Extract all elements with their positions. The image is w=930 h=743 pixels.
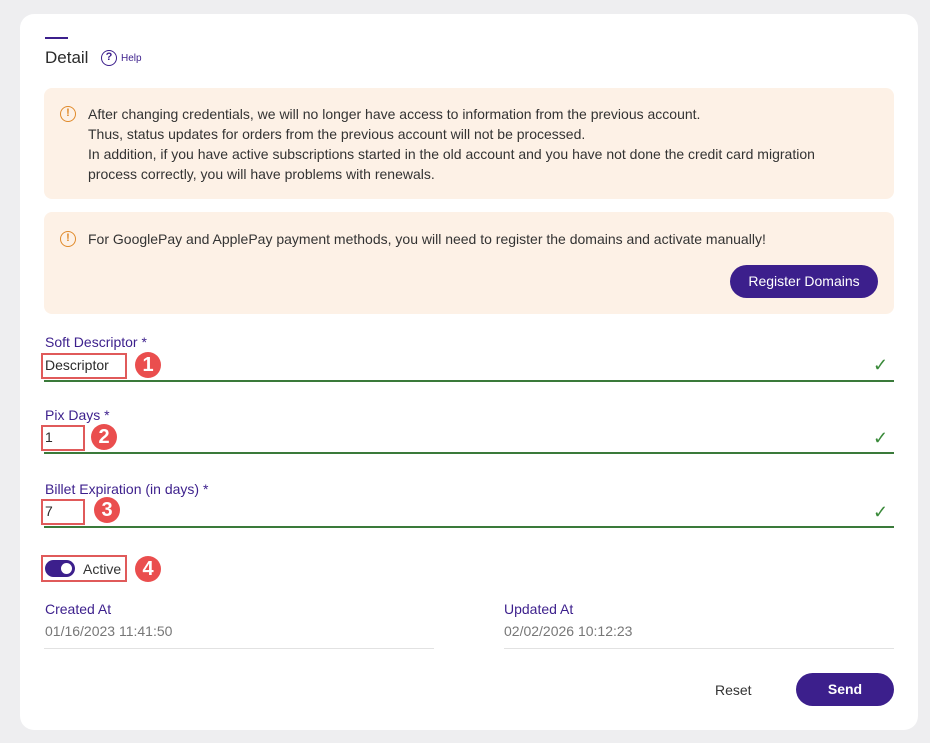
credentials-warning-alert: ! After changing credentials, we will no…: [44, 88, 894, 199]
pix-days-input[interactable]: 1: [41, 425, 85, 451]
soft-descriptor-input[interactable]: Descriptor: [41, 353, 127, 379]
soft-descriptor-label: Soft Descriptor *: [45, 334, 147, 350]
title-underline: [45, 37, 68, 39]
created-at-value: 01/16/2023 11:41:50: [45, 623, 173, 639]
valid-check-icon: ✓: [873, 428, 889, 448]
warning-icon: !: [60, 106, 76, 122]
created-at-label: Created At: [45, 601, 112, 617]
alert-line: In addition, if you have active subscrip…: [88, 146, 815, 162]
payment-methods-alert: ! For GooglePay and ApplePay payment met…: [44, 212, 894, 314]
updated-at-label: Updated At: [504, 601, 574, 617]
valid-check-icon: ✓: [873, 355, 889, 375]
valid-check-icon: ✓: [873, 502, 889, 522]
credentials-warning-text: After changing credentials, we will no l…: [88, 104, 888, 184]
active-toggle[interactable]: [45, 560, 75, 577]
billet-expiration-underline: [44, 526, 894, 528]
help-link[interactable]: Help: [121, 53, 142, 64]
billet-expiration-label: Billet Expiration (in days) *: [45, 481, 209, 497]
help-icon[interactable]: ?: [101, 50, 117, 66]
billet-expiration-input[interactable]: 7: [41, 499, 85, 525]
page-title: Detail: [45, 48, 89, 67]
annotation-badge-2: 2: [91, 424, 117, 450]
active-toggle-wrapper[interactable]: Active: [41, 555, 127, 582]
annotation-badge-4: 4: [135, 556, 161, 582]
warning-icon: !: [60, 231, 76, 247]
alert-line: After changing credentials, we will no l…: [88, 106, 701, 122]
toggle-knob: [61, 563, 72, 574]
alert-line: Thus, status updates for orders from the…: [88, 126, 586, 142]
active-toggle-label: Active: [83, 561, 122, 577]
pix-days-label: Pix Days *: [45, 407, 110, 423]
created-at-divider: [44, 648, 434, 649]
send-button[interactable]: Send: [796, 673, 894, 706]
reset-button[interactable]: Reset: [715, 682, 752, 698]
annotation-badge-1: 1: [135, 352, 161, 378]
updated-at-divider: [504, 648, 894, 649]
annotation-badge-3: 3: [94, 497, 120, 523]
alert-line: process correctly, you will have problem…: [88, 166, 435, 182]
pix-days-underline: [44, 452, 894, 454]
payment-methods-text: For GooglePay and ApplePay payment metho…: [88, 231, 766, 247]
updated-at-value: 02/02/2026 10:12:23: [504, 623, 633, 639]
soft-descriptor-underline: [44, 380, 894, 382]
register-domains-button[interactable]: Register Domains: [730, 265, 878, 298]
